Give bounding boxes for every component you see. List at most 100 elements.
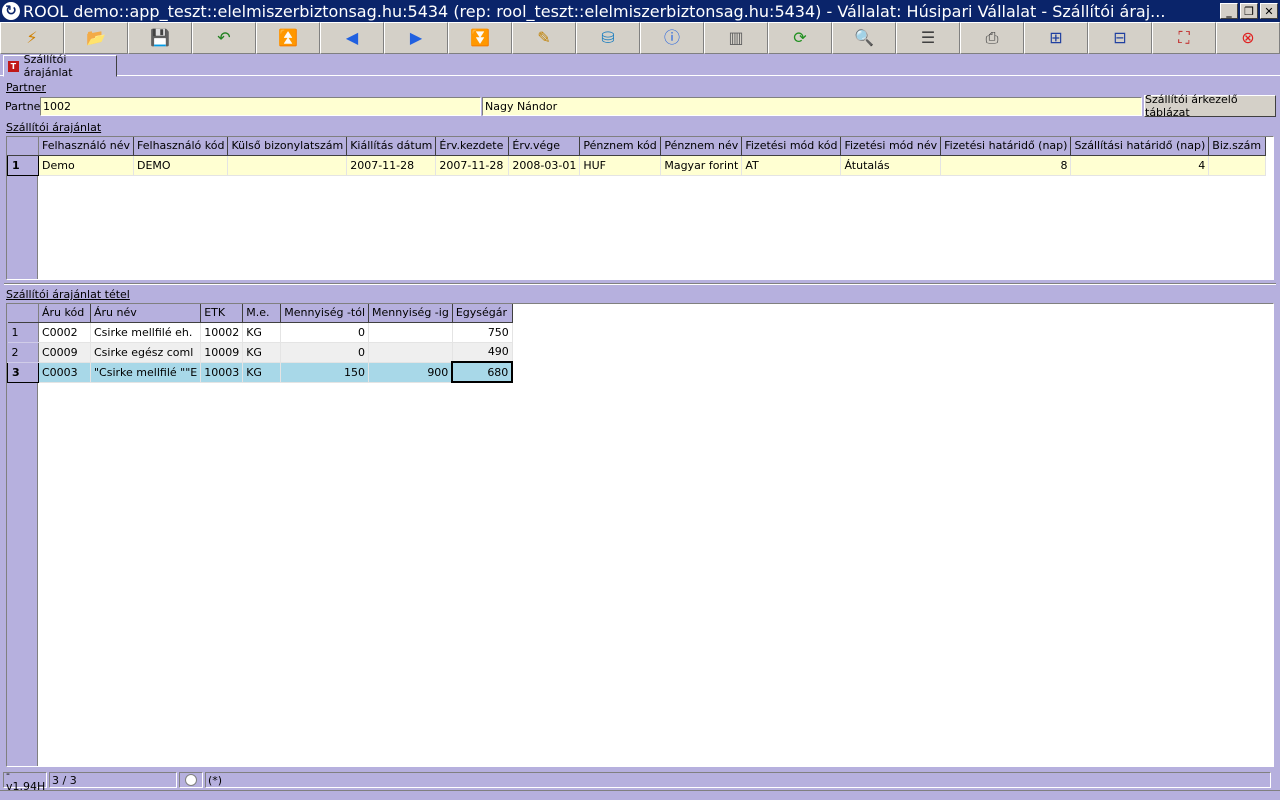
- toolbar-button-edit[interactable]: ✎: [512, 22, 576, 54]
- table-cell[interactable]: [227, 155, 348, 176]
- table-cell[interactable]: KG: [242, 342, 282, 363]
- table-cell[interactable]: 2008-03-01: [508, 155, 581, 176]
- tab-label: Szállítói árajánlat: [23, 53, 73, 79]
- toolbar-button-print[interactable]: ⎙: [960, 22, 1024, 54]
- supplier-price-table-button[interactable]: Szállítói árkezelő táblázat: [1144, 93, 1276, 119]
- toolbar-button-undo[interactable]: ↶: [192, 22, 256, 54]
- toolbar-button-save[interactable]: 💾: [128, 22, 192, 54]
- row-header[interactable]: 3: [7, 361, 39, 383]
- column-header[interactable]: Biz.szám: [1208, 137, 1267, 156]
- table-cell[interactable]: [368, 322, 453, 343]
- table-cell[interactable]: 10002: [200, 322, 244, 343]
- toolbar-button-columns[interactable]: ▥: [704, 22, 768, 54]
- column-header[interactable]: Fizetési mód név: [840, 137, 942, 156]
- row-header[interactable]: 1: [7, 322, 39, 343]
- column-header[interactable]: M.e.: [242, 304, 282, 323]
- table-cell[interactable]: 10003: [200, 362, 244, 383]
- table-cell[interactable]: 900: [368, 362, 453, 383]
- partner-name-field[interactable]: Nagy Nándor: [482, 97, 1142, 116]
- toolbar-button-rows[interactable]: ☰: [896, 22, 960, 54]
- close-window-button[interactable]: ✕: [1260, 3, 1278, 19]
- app-icon: ↻: [2, 2, 20, 20]
- table-cell[interactable]: Csirke egész coml: [90, 342, 202, 363]
- toolbar-button-previous-record[interactable]: ◀: [320, 22, 384, 54]
- table-cell[interactable]: DEMO: [133, 155, 229, 176]
- column-header[interactable]: Kiállítás dátum: [346, 137, 437, 156]
- toolbar-button-import-grid[interactable]: ⊟: [1088, 22, 1152, 54]
- bottom-strip: [0, 790, 1280, 800]
- table-cell[interactable]: Átutalás: [840, 155, 942, 176]
- column-header[interactable]: Áru kód: [38, 304, 91, 323]
- toolbar-button-export-grid[interactable]: ⊞: [1024, 22, 1088, 54]
- table-cell[interactable]: Csirke mellfilé eh.: [90, 322, 202, 343]
- table-row[interactable]: 1 C0002 Csirke mellfilé eh. 10002 KG 0 750: [7, 322, 513, 343]
- restore-button[interactable]: ❐: [1240, 3, 1258, 19]
- column-header[interactable]: Egységár: [452, 304, 513, 323]
- table-cell[interactable]: 0: [280, 322, 370, 343]
- table-row[interactable]: 1 Demo DEMO 2007-11-28 2007-11-28 2008-03-01 H…: [7, 154, 1267, 176]
- toolbar-button-search[interactable]: 🔍: [832, 22, 896, 54]
- table-cell[interactable]: "Csirke mellfilé ""E: [90, 362, 202, 383]
- status-radio[interactable]: [179, 772, 203, 788]
- table-cell[interactable]: 2007-11-28: [346, 155, 437, 176]
- table-row[interactable]: 2 C0009 Csirke egész coml 10009 KG 0 490: [7, 342, 513, 363]
- column-header[interactable]: Áru név: [90, 304, 202, 323]
- column-header[interactable]: Érv.kezdete: [435, 137, 510, 156]
- table-cell[interactable]: 8: [940, 155, 1072, 176]
- table-cell[interactable]: 4: [1070, 155, 1210, 176]
- toolbar-button-refresh[interactable]: ⟳: [768, 22, 832, 54]
- table-cell[interactable]: 680: [451, 361, 514, 383]
- items-grid: Áru kód Áru név ETK M.e. Mennyiség -tól Menny…: [6, 303, 1274, 767]
- toolbar-button-next-record[interactable]: ▶: [384, 22, 448, 54]
- row-header[interactable]: 2: [7, 342, 39, 363]
- table-cell[interactable]: Magyar forint: [660, 155, 743, 176]
- toolbar-button-database[interactable]: ⛁: [576, 22, 640, 54]
- table-cell[interactable]: C0003: [38, 362, 91, 383]
- toolbar-button-fullscreen[interactable]: ⛶: [1152, 22, 1216, 54]
- toolbar-button-open-folder[interactable]: 📂: [64, 22, 128, 54]
- table-cell[interactable]: 10009: [200, 342, 244, 363]
- column-header[interactable]: ETK: [200, 304, 244, 323]
- table-cell[interactable]: Demo: [38, 155, 135, 176]
- column-header[interactable]: Mennyiség -tól: [280, 304, 370, 323]
- offer-table: Felhasználó név Felhasználó kód Külső bizo…: [7, 137, 1267, 176]
- column-header[interactable]: Külső bizonylatszám: [227, 137, 348, 156]
- print-icon: ⎙: [985, 28, 999, 47]
- column-header[interactable]: Felhasználó név: [38, 137, 135, 156]
- column-header[interactable]: Felhasználó kód: [133, 137, 229, 156]
- last-record-icon: ⏬: [470, 28, 490, 47]
- table-cell[interactable]: C0009: [38, 342, 91, 363]
- table-cell[interactable]: 0: [280, 342, 370, 363]
- toolbar-button-info[interactable]: ⓘ: [640, 22, 704, 54]
- column-header[interactable]: Fizetési mód kód: [741, 137, 842, 156]
- row-header[interactable]: 1: [7, 154, 39, 176]
- radio-indicator[interactable]: [185, 774, 197, 786]
- table-cell[interactable]: KG: [242, 362, 282, 383]
- toolbar-button-last-record[interactable]: ⏬: [448, 22, 512, 54]
- column-header[interactable]: Fizetési határidő (nap): [940, 137, 1072, 156]
- column-header[interactable]: Mennyiség -ig: [368, 304, 453, 323]
- toolbar-button-exit[interactable]: ⊗: [1216, 22, 1280, 54]
- table-cell[interactable]: 150: [280, 362, 370, 383]
- column-header[interactable]: Szállítási határidő (nap): [1070, 137, 1210, 156]
- partner-field-label: Partner: [5, 100, 45, 113]
- partner-code-field[interactable]: 1002: [40, 97, 481, 116]
- column-header[interactable]: Érv.vége: [508, 137, 581, 156]
- table-cell[interactable]: 2007-11-28: [435, 155, 510, 176]
- table-row[interactable]: 3 C0003 "Csirke mellfilé ""E 10003 KG 150 900 6…: [7, 361, 514, 383]
- table-cell[interactable]: [368, 342, 453, 363]
- table-cell[interactable]: AT: [741, 155, 842, 176]
- tab-supplier-offer[interactable]: T Szállítói árajánlat: [3, 53, 117, 79]
- toolbar-button-first-record[interactable]: ⏫: [256, 22, 320, 54]
- open-folder-icon: 📂: [86, 28, 106, 47]
- toolbar-button-wizard[interactable]: ⚡: [0, 22, 64, 54]
- column-header[interactable]: Pénznem név: [660, 137, 743, 156]
- table-cell[interactable]: C0002: [38, 322, 91, 343]
- table-cell[interactable]: HUF: [579, 155, 662, 176]
- minimize-button[interactable]: _: [1220, 3, 1238, 19]
- column-header[interactable]: Pénznem kód: [579, 137, 662, 156]
- table-cell[interactable]: 750: [452, 322, 513, 343]
- table-cell[interactable]: [1208, 155, 1267, 176]
- table-cell[interactable]: KG: [242, 322, 282, 343]
- table-cell[interactable]: 490: [452, 342, 513, 363]
